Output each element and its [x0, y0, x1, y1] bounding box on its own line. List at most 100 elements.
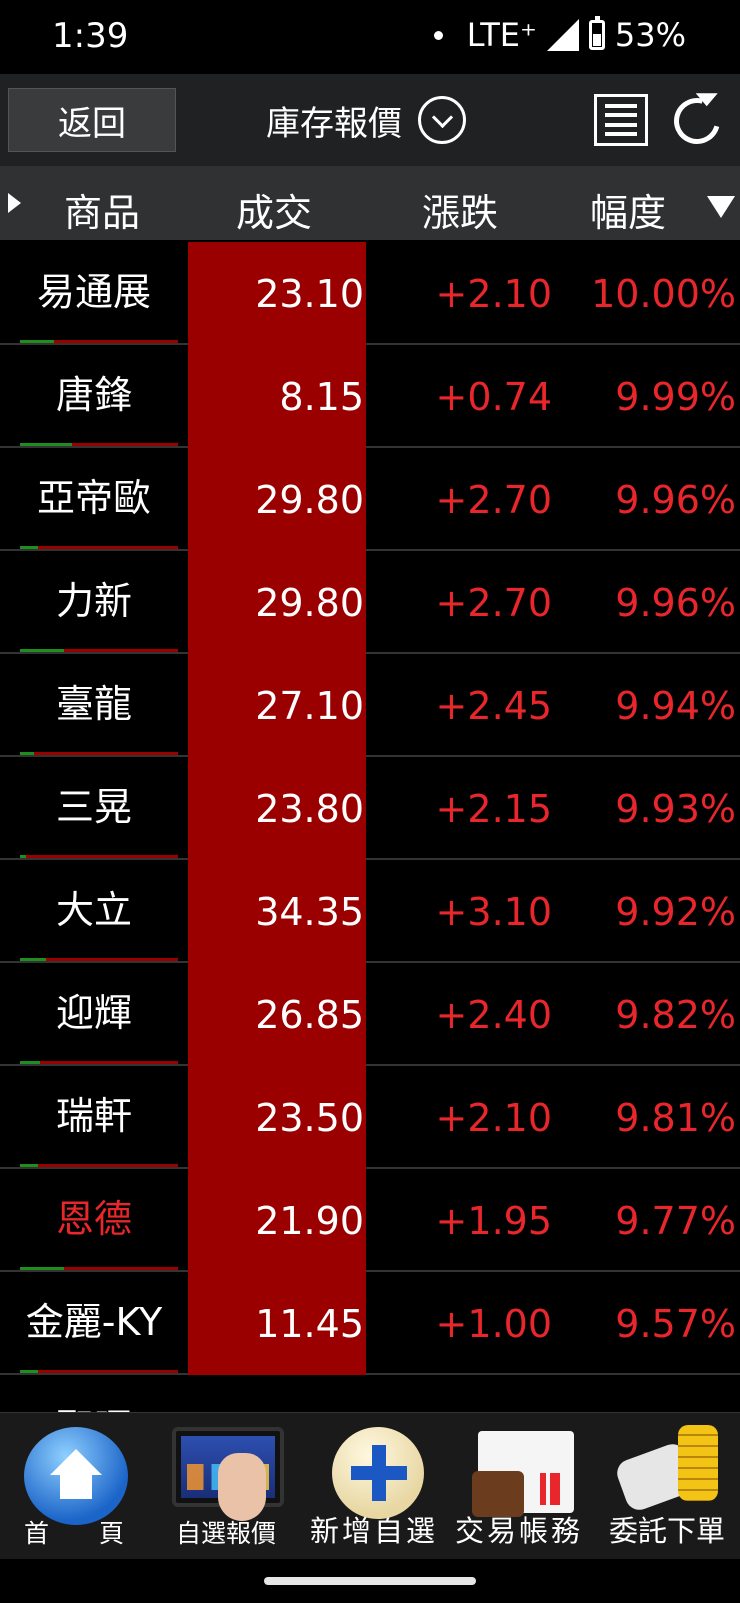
table-row[interactable]: 大立 34.35 +3.10 9.92%	[0, 860, 740, 963]
status-indicators: LTE⁺ 53%	[433, 16, 686, 54]
stock-name: 瑞軒	[55, 1094, 132, 1138]
stock-name: 大立	[55, 888, 132, 932]
table-row[interactable]: 亞帝歐 29.80 +2.70 9.96%	[0, 448, 740, 551]
nav-label: 自選報價	[175, 1519, 276, 1548]
stock-percent: 9.77%	[615, 1198, 736, 1243]
column-header: 商品 成交 漲跌 幅度	[0, 166, 740, 240]
stock-percent: 9.94%	[615, 683, 736, 728]
stock-price: 26.85	[188, 963, 366, 1066]
nav-home[interactable]: 首 頁	[0, 1413, 148, 1560]
range-bar	[20, 443, 178, 446]
table-row[interactable]: 聖暉	[0, 1375, 740, 1412]
stock-price: 29.80	[188, 551, 366, 654]
table-row[interactable]: 恩德 21.90 +1.95 9.77%	[0, 1169, 740, 1272]
stock-name: 易通展	[36, 270, 151, 314]
stock-name: 唐鋒	[55, 373, 132, 417]
battery-percent: 53%	[614, 16, 686, 54]
range-bar	[20, 1164, 178, 1167]
table-row[interactable]: 臺龍 27.10 +2.45 9.94%	[0, 654, 740, 757]
stock-percent: 9.57%	[615, 1301, 736, 1346]
range-bar	[20, 752, 178, 755]
wallet-icon	[472, 1431, 574, 1517]
plus-icon	[332, 1427, 424, 1519]
stock-percent: 9.92%	[615, 889, 736, 934]
range-bar	[20, 855, 178, 858]
column-percent[interactable]: 幅度	[590, 182, 666, 237]
home-gesture-bar[interactable]	[264, 1577, 476, 1585]
stock-name: 三晃	[55, 785, 132, 829]
range-bar	[20, 649, 178, 652]
table-row[interactable]: 迎輝 26.85 +2.40 9.82%	[0, 963, 740, 1066]
table-row[interactable]: 瑞軒 23.50 +2.10 9.81%	[0, 1066, 740, 1169]
table-row[interactable]: 易通展 23.10 +2.10 10.00%	[0, 242, 740, 345]
stock-price: 23.80	[188, 757, 366, 860]
stock-price: 21.90	[188, 1169, 366, 1272]
stock-percent: 9.96%	[615, 580, 736, 625]
stock-change: +2.10	[435, 1095, 552, 1140]
stock-percent: 9.81%	[615, 1095, 736, 1140]
top-nav: 返回 庫存報價	[0, 74, 740, 166]
stock-change: +3.10	[435, 889, 552, 934]
stock-price: 23.10	[188, 242, 366, 345]
column-name[interactable]: 商品	[64, 182, 140, 237]
stock-percent: 9.96%	[615, 477, 736, 522]
stock-name: 聖暉	[0, 1375, 188, 1412]
stock-price: 29.80	[188, 448, 366, 551]
quote-table: 易通展 23.10 +2.10 10.00% 唐鋒 8.15 +0.74 9.9…	[0, 242, 740, 1412]
network-type: LTE⁺	[466, 16, 537, 54]
coins-icon	[612, 1421, 724, 1517]
stock-name: 金麗-KY	[25, 1300, 163, 1344]
page-title[interactable]: 庫存報價	[266, 96, 402, 145]
range-bar	[20, 958, 178, 961]
stock-change: +1.95	[435, 1198, 552, 1243]
range-bar	[20, 1370, 178, 1373]
signal-icon	[546, 19, 579, 51]
gesture-area	[0, 1559, 740, 1603]
status-time: 1:39	[52, 16, 129, 56]
column-price[interactable]: 成交	[236, 182, 312, 237]
stock-price: 27.10	[188, 654, 366, 757]
list-icon[interactable]	[594, 94, 648, 146]
finger-icon	[218, 1453, 266, 1521]
stock-price: 11.45	[188, 1272, 366, 1375]
range-bar	[20, 1061, 178, 1064]
range-bar	[20, 1267, 178, 1270]
stock-change: +2.70	[435, 580, 552, 625]
stock-name: 迎輝	[55, 991, 132, 1035]
range-bar	[20, 546, 178, 549]
sort-desc-icon[interactable]	[707, 196, 735, 218]
back-button[interactable]: 返回	[8, 88, 176, 152]
column-change[interactable]: 漲跌	[422, 182, 498, 237]
stock-change: +2.15	[435, 786, 552, 831]
stock-price: 23.50	[188, 1066, 366, 1169]
stock-change: +1.00	[435, 1301, 552, 1346]
stock-percent: 9.93%	[615, 786, 736, 831]
battery-icon	[588, 16, 605, 50]
table-row[interactable]: 力新 29.80 +2.70 9.96%	[0, 551, 740, 654]
stock-name: 力新	[55, 579, 132, 623]
table-row[interactable]: 三晃 23.80 +2.15 9.93%	[0, 757, 740, 860]
range-bar	[20, 340, 178, 343]
stock-percent: 10.00%	[591, 271, 736, 316]
stock-name: 恩德	[55, 1197, 132, 1241]
stock-change: +0.74	[435, 374, 552, 419]
stock-percent: 9.99%	[615, 374, 736, 419]
table-row[interactable]: 金麗-KY 11.45 +1.00 9.57%	[0, 1272, 740, 1375]
table-row[interactable]: 唐鋒 8.15 +0.74 9.99%	[0, 345, 740, 448]
nav-label: 首 頁	[23, 1519, 124, 1548]
status-bar: 1:39 LTE⁺ 53%	[0, 0, 740, 74]
notification-dot-icon	[433, 30, 443, 40]
chevron-down-icon[interactable]	[418, 96, 466, 144]
stock-change: +2.40	[435, 992, 552, 1037]
stock-change: +2.10	[435, 271, 552, 316]
stock-change: +2.70	[435, 477, 552, 522]
stock-name: 亞帝歐	[36, 476, 151, 520]
home-icon	[24, 1427, 128, 1525]
stock-name: 臺龍	[55, 682, 132, 726]
scroll-left-icon[interactable]	[8, 193, 21, 213]
stock-price: 34.35	[188, 860, 366, 963]
refresh-icon[interactable]	[665, 89, 729, 153]
stock-price: 8.15	[188, 345, 366, 448]
stock-percent: 9.82%	[615, 992, 736, 1037]
bottom-nav: 首 頁 自選報價 新增自選 交易帳務 委託下單	[0, 1412, 740, 1560]
